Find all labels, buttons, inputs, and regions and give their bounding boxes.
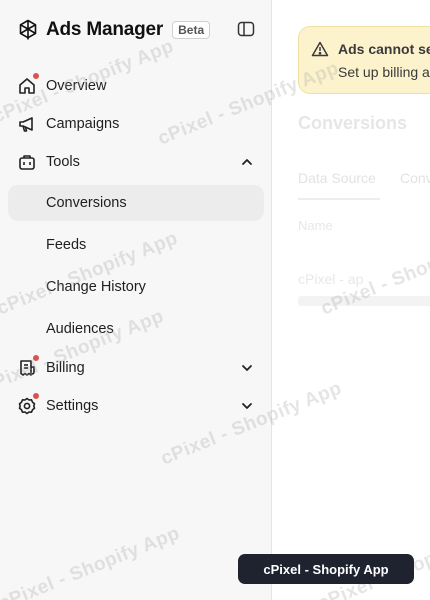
notification-dot <box>32 72 40 80</box>
app-title: Ads Manager <box>46 19 164 40</box>
sidebar-toggle-icon[interactable] <box>237 21 255 37</box>
home-icon <box>18 77 36 95</box>
sidebar-item-label: Billing <box>46 360 85 376</box>
brand: Ads Manager Beta <box>16 16 211 44</box>
banner-text: Set up billing a <box>338 64 430 80</box>
sidebar-item-billing[interactable]: Billing <box>8 350 264 386</box>
notification-dot <box>32 392 40 400</box>
sidebar-item-label: Settings <box>46 398 99 414</box>
sidebar-item-label: Conversions <box>46 195 127 211</box>
banner-title: Ads cannot se <box>338 41 430 57</box>
sidebar-item-tools[interactable]: Tools <box>8 144 264 180</box>
chevron-down-icon <box>240 399 254 413</box>
chevron-up-icon <box>240 155 254 169</box>
sidebar-subitem-audiences[interactable]: Audiences <box>8 311 264 347</box>
openai-logo-icon <box>16 18 40 42</box>
sidebar-item-label: Feeds <box>46 237 87 253</box>
sidebar-item-label: Change History <box>46 279 146 295</box>
sidebar-item-campaigns[interactable]: Campaigns <box>8 106 264 142</box>
table-row-subtext <box>298 296 430 306</box>
toolbox-icon <box>18 153 36 171</box>
megaphone-icon <box>18 115 36 133</box>
sidebar-item-label: Audiences <box>46 321 114 337</box>
tab-conversions[interactable]: Conv <box>400 170 430 186</box>
notification-dot <box>32 354 40 362</box>
sidebar-item-label: Overview <box>46 78 107 94</box>
receipt-icon <box>18 359 36 377</box>
sidebar-subitem-conversions[interactable]: Conversions <box>8 185 264 221</box>
sidebar-item-overview[interactable]: Overview <box>8 68 264 104</box>
gear-icon <box>18 397 36 415</box>
warning-icon <box>311 40 329 58</box>
main-content: Ads cannot se Set up billing a Conversio… <box>273 0 430 600</box>
table-row-name[interactable]: cPixel - ap <box>298 271 363 287</box>
app-name-toast: cPixel - Shopify App <box>238 554 414 584</box>
tab-data-source[interactable]: Data Source <box>298 170 376 186</box>
chevron-down-icon <box>240 361 254 375</box>
billing-warning-banner: Ads cannot se Set up billing a <box>298 26 430 94</box>
sidebar-item-settings[interactable]: Settings <box>8 388 264 424</box>
sidebar-item-label: Tools <box>46 154 80 170</box>
sidebar-subitem-change-history[interactable]: Change History <box>8 269 264 305</box>
active-tab-indicator <box>298 198 380 200</box>
column-header-name: Name <box>298 218 333 233</box>
sidebar: Ads Manager Beta Overview Campaigns Tool… <box>0 0 272 600</box>
sidebar-subitem-feeds[interactable]: Feeds <box>8 227 264 263</box>
beta-badge: Beta <box>172 21 211 39</box>
sidebar-item-label: Campaigns <box>46 116 120 132</box>
page-title: Conversions <box>298 113 408 133</box>
